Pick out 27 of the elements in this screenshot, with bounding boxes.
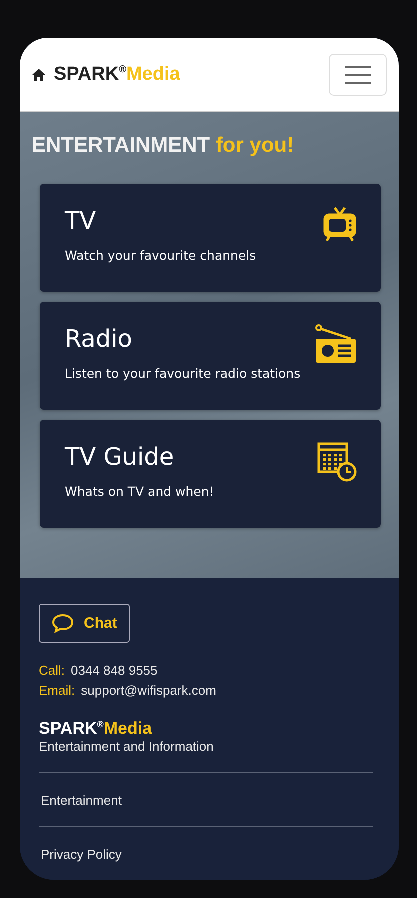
footer-link[interactable]: Entertainment: [39, 772, 373, 826]
home-icon[interactable]: [32, 68, 46, 82]
contact-value[interactable]: support@wifispark.com: [81, 683, 216, 698]
footer-logo: SPARK$^{®}$Media: [39, 719, 152, 739]
card-subtitle: Whats on TV and when!: [65, 484, 214, 499]
media-card[interactable]: TV Watch your favourite channels: [40, 184, 381, 292]
contact-label: Call:: [39, 663, 66, 678]
page-heading: ENTERTAINMENT for you!: [32, 134, 296, 158]
media-card[interactable]: Radio Listen to your favourite radio stations: [40, 302, 381, 410]
menu-button[interactable]: [329, 54, 387, 96]
brand-logo[interactable]: SPARK$^{®}$Media: [54, 64, 180, 86]
menu-icon: [344, 64, 372, 84]
card-title: TV: [65, 206, 98, 236]
chat-button[interactable]: Chat: [39, 604, 130, 643]
contact-label: Email:: [39, 683, 76, 698]
card-subtitle: Watch your favourite channels: [65, 248, 256, 263]
speech-bubble-icon: [52, 614, 74, 633]
tv-icon: [323, 206, 357, 242]
card-subtitle: Listen to your favourite radio stations: [65, 366, 301, 381]
card-title: Radio: [65, 324, 134, 354]
contact-value[interactable]: 0344 848 9555: [71, 663, 158, 678]
footer-link[interactable]: Privacy Policy: [39, 826, 373, 880]
calendar-clock-icon: [317, 442, 357, 482]
card-title: TV Guide: [65, 442, 176, 472]
media-card[interactable]: TV Guide Whats on TV and when!: [40, 420, 381, 528]
footer-tagline: Entertainment and Information: [39, 739, 215, 754]
radio-icon: [315, 324, 357, 364]
